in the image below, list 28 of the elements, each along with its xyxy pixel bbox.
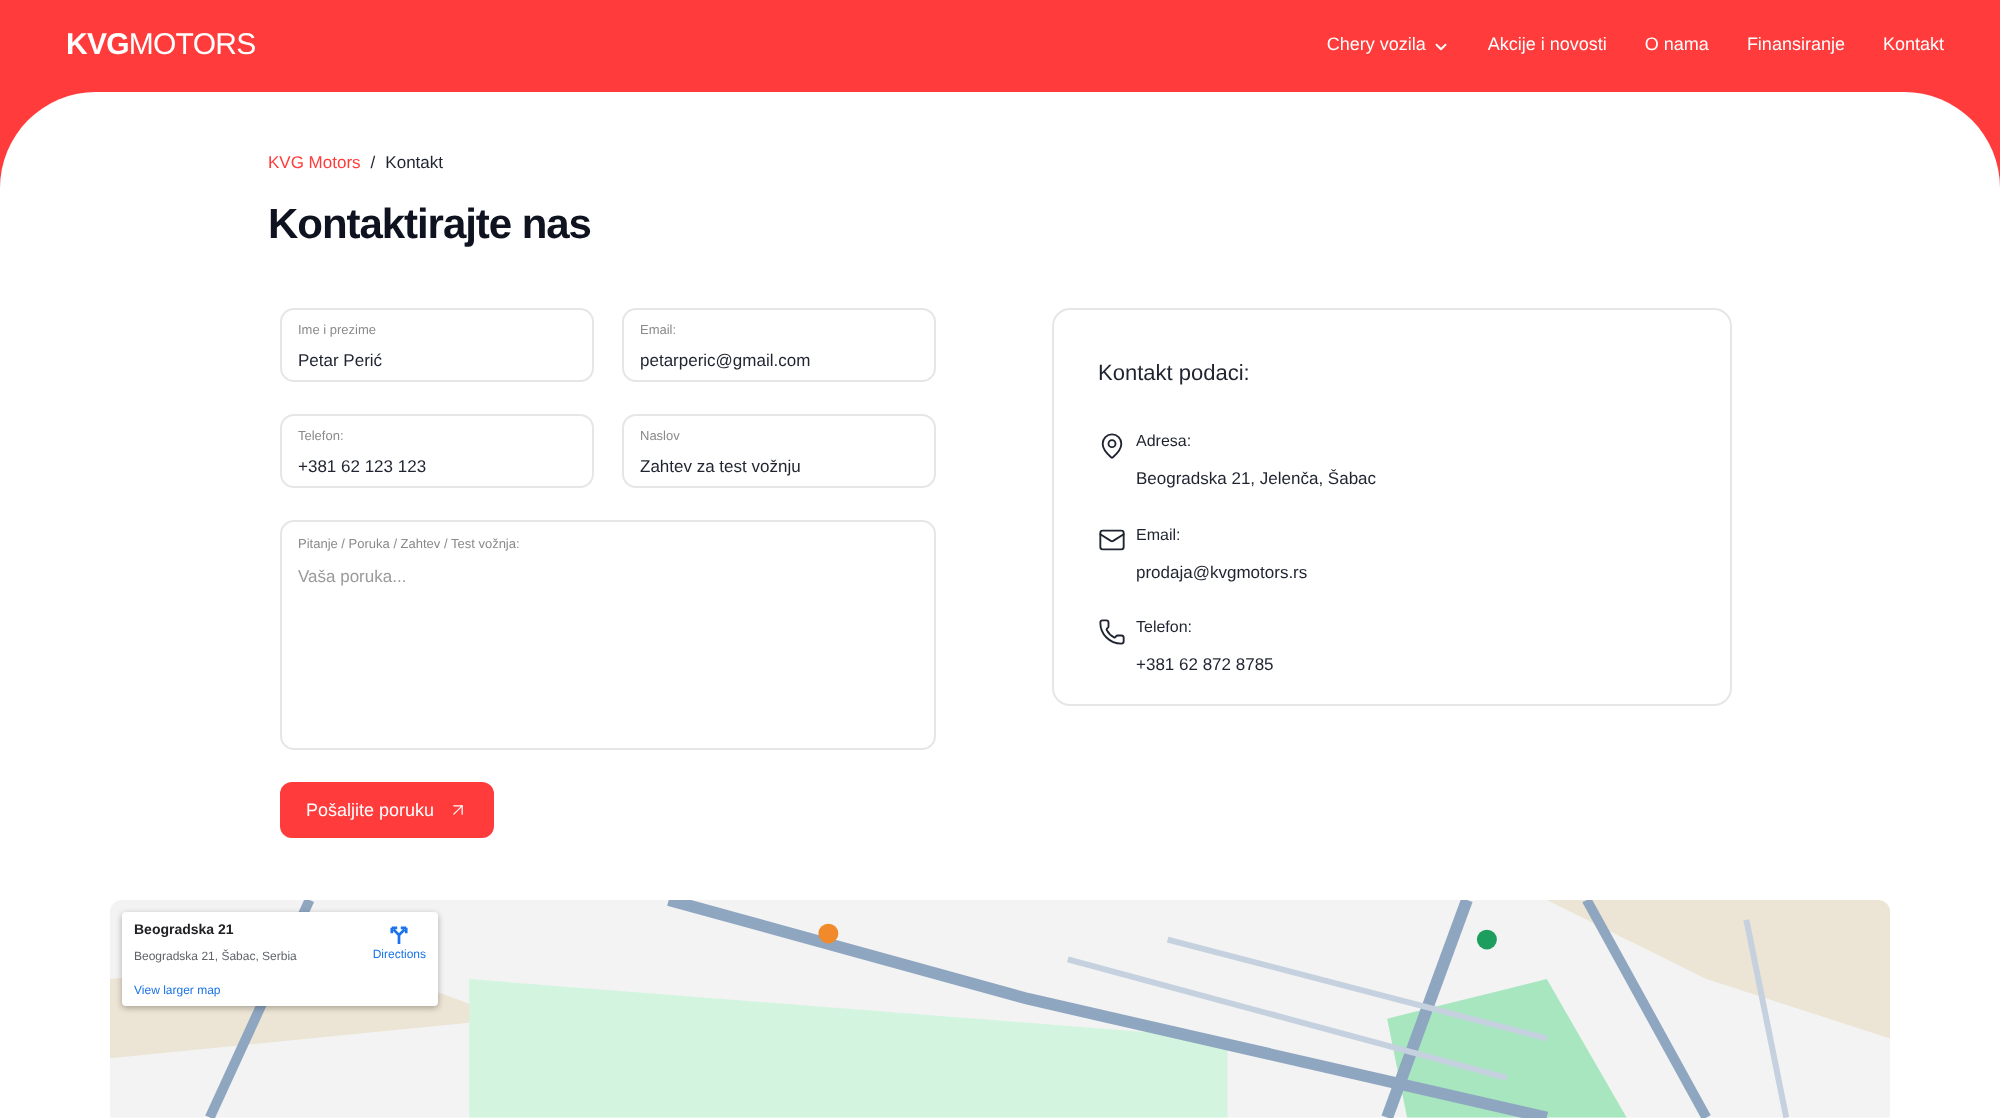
breadcrumb-separator: / (370, 150, 376, 176)
message-field[interactable]: Vaša poruka... (298, 564, 918, 749)
mail-icon (1098, 525, 1126, 553)
page-title: Kontaktirajte nas (268, 199, 593, 252)
nav-link[interactable]: Chery vozila (1326, 32, 1450, 60)
logo[interactable]: KVGMOTORS (66, 23, 256, 69)
breadcrumb-current: Kontakt (385, 150, 443, 176)
directions-icon (390, 926, 409, 945)
breadcrumb-link[interactable]: KVG Motors (268, 150, 361, 176)
input-field[interactable]: Petar Perić (298, 348, 576, 374)
contact-label: Adresa: (1136, 429, 1194, 454)
input-field[interactable]: petarperic@gmail.com (640, 348, 918, 374)
nav-link[interactable]: Finansiranje (1746, 32, 1845, 60)
map-pin-icon (1098, 431, 1126, 460)
nav-link[interactable]: Kontakt (1882, 32, 1944, 60)
submit-button[interactable]: Pošaljite poruku (280, 782, 495, 839)
contact-value: Beogradska 21, Jelenča, Šabac (1136, 465, 1377, 491)
input-field[interactable]: +381 62 123 123 (298, 454, 576, 480)
contact-value: prodaja@kvgmotors.rs (1136, 559, 1308, 585)
contact-label: Telefon: (1136, 616, 1195, 641)
contact-value: +381 62 872 8785 (1136, 652, 1274, 678)
arrow-up-right-icon (448, 800, 469, 821)
contact-label: Email: (1136, 523, 1183, 547)
input-field[interactable]: Zahtev za test vožnju (640, 454, 918, 480)
nav-link[interactable]: O nama (1644, 32, 1709, 60)
nav-link[interactable]: Akcije i novosti (1487, 32, 1607, 60)
card-title: Kontakt podaci: (1098, 360, 1252, 391)
phone-icon (1098, 618, 1126, 647)
